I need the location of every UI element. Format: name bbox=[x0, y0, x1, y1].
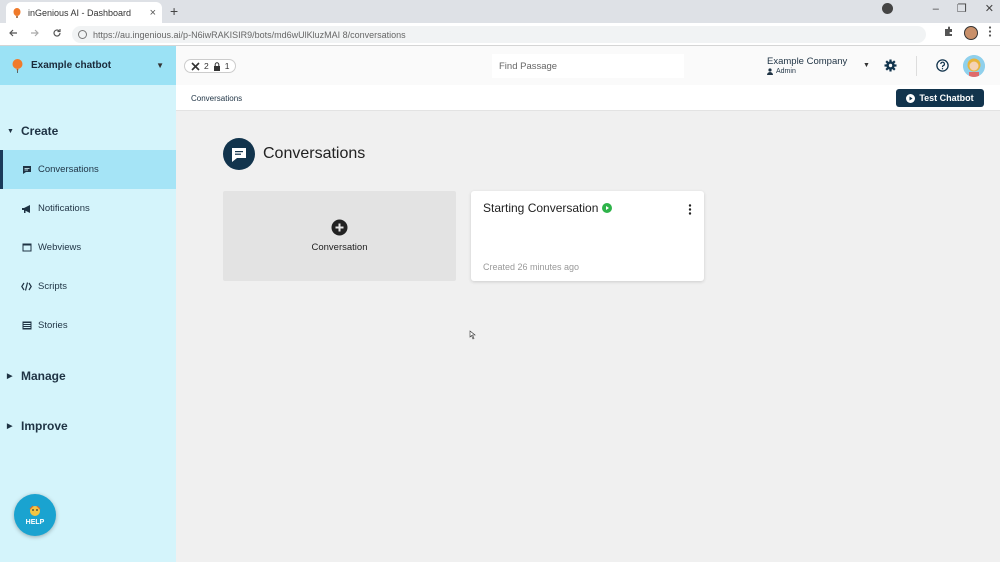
sidebar-item-notifications[interactable]: Notifications bbox=[0, 189, 176, 228]
helper-mascot-icon bbox=[28, 505, 42, 517]
company-selector[interactable]: Example Company Admin bbox=[767, 56, 847, 75]
conversation-created-time: Created 26 minutes ago bbox=[483, 262, 580, 272]
caret-down-icon: ▼ bbox=[7, 127, 14, 135]
sidebar-item-scripts[interactable]: Scripts bbox=[0, 267, 176, 306]
sidebar-item-label: Stories bbox=[38, 320, 68, 331]
breadcrumb-bar: Conversations Test Chatbot bbox=[176, 85, 1000, 111]
help-button[interactable]: HELP bbox=[14, 494, 56, 536]
card-menu-icon[interactable] bbox=[688, 202, 692, 215]
create-nav-list: Conversations Notifications Webviews Scr… bbox=[0, 150, 176, 345]
code-icon bbox=[21, 281, 32, 292]
test-chatbot-button[interactable]: Test Chatbot bbox=[896, 89, 984, 107]
globe-icon bbox=[78, 30, 87, 39]
browser-toolbar: https://au.ingenious.ai/p-N6iwRAKISIR9/b… bbox=[0, 23, 1000, 46]
lock-icon bbox=[213, 61, 220, 71]
section-label: Manage bbox=[21, 369, 66, 383]
page-title: Conversations bbox=[263, 145, 366, 162]
gear-icon[interactable] bbox=[884, 59, 897, 72]
new-conversation-label: Conversation bbox=[311, 242, 368, 253]
page-header: Conversations bbox=[223, 138, 365, 170]
badge-count-tools: 2 bbox=[204, 61, 209, 71]
help-question-icon[interactable] bbox=[936, 59, 949, 72]
sidebar-item-webviews[interactable]: Webviews bbox=[0, 228, 176, 267]
browser-profile-icon[interactable] bbox=[881, 3, 893, 14]
caret-right-icon: ▶ bbox=[7, 373, 13, 380]
sidebar-item-conversations[interactable]: Conversations bbox=[0, 150, 176, 189]
play-circle-icon bbox=[906, 93, 916, 103]
app-header: 2 1 Example Company Admin ▼ bbox=[176, 46, 1000, 85]
chevron-down-icon[interactable]: ▼ bbox=[863, 62, 870, 69]
header-divider bbox=[916, 56, 917, 76]
ingenious-favicon-icon bbox=[12, 7, 22, 18]
sidebar-item-label: Conversations bbox=[38, 164, 99, 175]
tools-icon bbox=[191, 61, 200, 71]
conversation-title-text: Starting Conversation bbox=[483, 201, 599, 215]
back-icon[interactable] bbox=[4, 28, 22, 41]
sidebar-section-create[interactable]: ▼ Create bbox=[0, 121, 176, 141]
extensions-icon[interactable] bbox=[943, 26, 954, 40]
section-label: Create bbox=[21, 124, 59, 138]
book-icon bbox=[21, 320, 32, 331]
new-tab-button[interactable]: + bbox=[170, 3, 178, 19]
test-chatbot-label: Test Chatbot bbox=[919, 93, 974, 103]
company-name: Example Company bbox=[767, 56, 848, 67]
user-avatar[interactable] bbox=[963, 55, 985, 77]
person-icon bbox=[767, 68, 773, 75]
browser-user-avatar[interactable] bbox=[964, 26, 978, 40]
app-sidebar: Example chatbot ▼ ▼ Create Conversations… bbox=[0, 46, 176, 562]
chat-icon bbox=[21, 164, 32, 175]
browser-tab[interactable]: inGenious AI - Dashboard × bbox=[6, 2, 162, 23]
browser-tab-bar: inGenious AI - Dashboard × + – ❐ ✕ bbox=[0, 0, 1000, 23]
close-window-button[interactable]: ✕ bbox=[985, 2, 994, 15]
sidebar-section-manage[interactable]: ▶ Manage bbox=[0, 366, 176, 386]
section-label: Improve bbox=[21, 419, 68, 433]
browser-tab-title: inGenious AI - Dashboard bbox=[28, 7, 132, 18]
megaphone-icon bbox=[21, 203, 32, 214]
user-role: Admin bbox=[767, 68, 847, 75]
sidebar-item-label: Scripts bbox=[38, 281, 68, 292]
role-label: Admin bbox=[776, 68, 796, 75]
tab-close-icon[interactable]: × bbox=[150, 7, 156, 19]
sidebar-item-stories[interactable]: Stories bbox=[0, 306, 176, 345]
window-icon bbox=[21, 242, 32, 253]
balloon-logo-icon bbox=[12, 58, 23, 73]
minimize-button[interactable]: – bbox=[933, 3, 939, 15]
new-conversation-card[interactable]: Conversation bbox=[223, 191, 456, 281]
url-text: https://au.ingenious.ai/p-N6iwRAKISIR9/b… bbox=[93, 29, 406, 40]
plus-circle-icon bbox=[331, 219, 348, 236]
bot-selector[interactable]: Example chatbot ▼ bbox=[0, 46, 176, 85]
url-bar[interactable]: https://au.ingenious.ai/p-N6iwRAKISIR9/b… bbox=[72, 26, 926, 43]
browser-extensions bbox=[943, 26, 992, 40]
badge-count-lock: 1 bbox=[224, 61, 230, 71]
caret-right-icon: ▶ bbox=[7, 423, 13, 430]
breadcrumb[interactable]: Conversations bbox=[191, 94, 242, 103]
sidebar-section-improve[interactable]: ▶ Improve bbox=[0, 416, 176, 436]
kebab-menu-icon[interactable] bbox=[988, 26, 992, 40]
conversation-title: Starting Conversation bbox=[483, 201, 613, 215]
forward-icon[interactable] bbox=[26, 28, 44, 41]
window-controls: – ❐ ✕ bbox=[881, 2, 994, 15]
find-passage-input[interactable] bbox=[492, 54, 684, 78]
maximize-button[interactable]: ❐ bbox=[957, 2, 967, 15]
conversations-icon bbox=[223, 138, 255, 170]
sidebar-item-label: Notifications bbox=[38, 203, 90, 214]
bot-name: Example chatbot bbox=[31, 60, 112, 71]
chevron-down-icon: ▼ bbox=[156, 61, 164, 70]
conversation-card[interactable]: Starting Conversation Created 26 minutes… bbox=[471, 191, 704, 281]
mouse-cursor-icon bbox=[469, 327, 477, 340]
sidebar-item-label: Webviews bbox=[38, 242, 82, 253]
live-play-icon bbox=[602, 203, 613, 213]
status-badge[interactable]: 2 1 bbox=[184, 59, 237, 73]
help-label: HELP bbox=[25, 518, 45, 526]
reload-icon[interactable] bbox=[48, 28, 66, 41]
